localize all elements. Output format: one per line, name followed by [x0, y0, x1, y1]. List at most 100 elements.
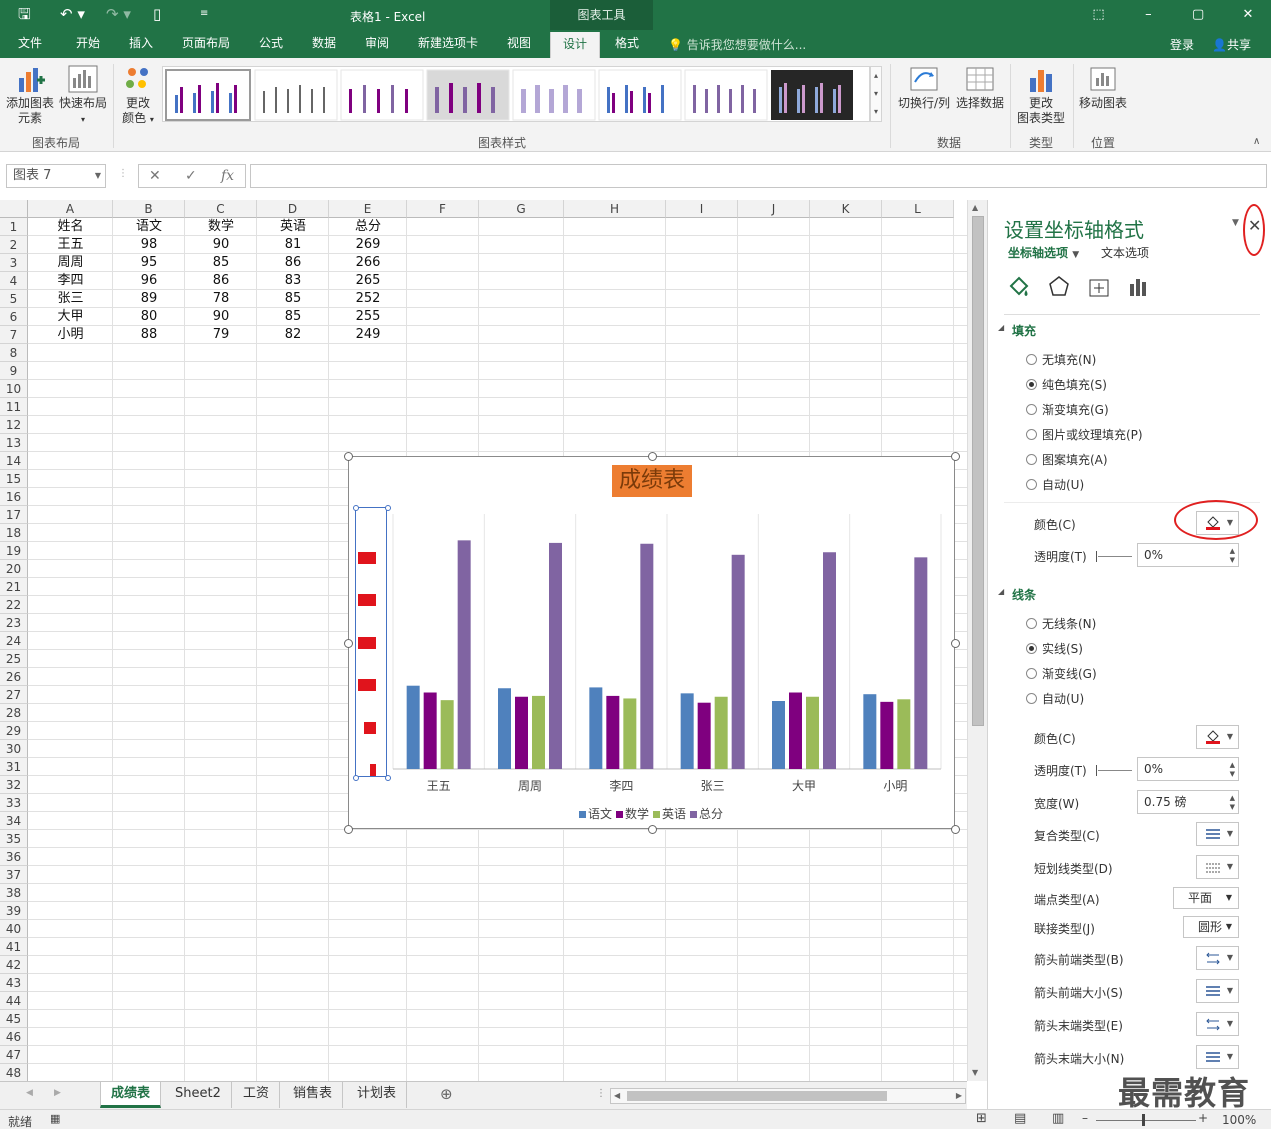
fill-transparency-slider[interactable] — [1096, 551, 1132, 562]
cell-d7[interactable]: 82 — [257, 326, 329, 344]
tab-home[interactable]: 开始 — [72, 30, 104, 58]
tab-data[interactable]: 数据 — [308, 30, 340, 58]
tab-formulas[interactable]: 公式 — [255, 30, 287, 58]
line-transparency-input[interactable]: 0% ▲ ▼ — [1137, 757, 1239, 781]
chart-object[interactable]: 成绩表 王五 周周 李四 张三 大甲 小明 语文 数学 英语 总分 — [344, 452, 960, 834]
tab-review[interactable]: 审阅 — [361, 30, 393, 58]
chart-legend[interactable]: 语文 数学 英语 总分 — [575, 805, 723, 822]
cell-b3[interactable]: 95 — [113, 254, 185, 272]
quick-layout-button[interactable]: 快速布局 ▾ — [58, 64, 108, 127]
arrow-end-size-button[interactable]: ▼ — [1196, 1045, 1239, 1069]
cancel-icon[interactable]: ✕ — [149, 168, 161, 184]
spin-up-icon[interactable]: ▲ — [1230, 761, 1235, 769]
undo-icon[interactable]: ↶ ▾ — [60, 5, 85, 23]
tab-view[interactable]: 视图 — [503, 30, 535, 58]
cell-d5[interactable]: 85 — [257, 290, 329, 308]
sheet-tab-grades[interactable]: 成绩表 — [100, 1082, 162, 1108]
tab-design[interactable]: 设计 — [550, 32, 600, 58]
fill-option-2[interactable]: 渐变填充(G) — [1026, 402, 1109, 418]
sheet-tab-sales[interactable]: 销售表 — [283, 1082, 344, 1108]
line-transparency-slider[interactable] — [1096, 765, 1132, 776]
line-section-header[interactable]: 线条 — [998, 586, 1036, 603]
cell-a6[interactable]: 大甲 — [28, 308, 113, 326]
cell-c5[interactable]: 78 — [185, 290, 257, 308]
fill-option-4[interactable]: 图案填充(A) — [1026, 452, 1108, 468]
cell-a4[interactable]: 李四 — [28, 272, 113, 290]
dash-type-button[interactable]: ▼ — [1196, 855, 1239, 879]
axis-options-icon[interactable] — [1126, 274, 1152, 300]
horizontal-scroll-thumb[interactable] — [627, 1091, 887, 1101]
customize-qat-icon[interactable]: ≡ — [200, 5, 208, 23]
cap-type-select[interactable]: 平面 ▼ — [1173, 887, 1239, 909]
cell-a5[interactable]: 张三 — [28, 290, 113, 308]
cell-b6[interactable]: 80 — [113, 308, 185, 326]
close-window-icon[interactable]: ✕ — [1225, 0, 1271, 30]
resize-handle[interactable] — [951, 452, 960, 461]
cell-a1[interactable]: 姓名 — [28, 218, 113, 236]
axis-selection-handle[interactable] — [353, 775, 359, 781]
formula-input[interactable] — [250, 164, 1267, 188]
axis-tick-label[interactable] — [358, 594, 376, 606]
chart-style-3[interactable] — [340, 69, 424, 121]
cell-e1[interactable]: 总分 — [329, 218, 407, 236]
cell-b2[interactable]: 98 — [113, 236, 185, 254]
resize-handle[interactable] — [344, 638, 353, 648]
line-option-0[interactable]: 无线条(N) — [1026, 616, 1096, 632]
collapse-ribbon-icon[interactable]: ∧ — [1253, 136, 1260, 147]
spin-down-icon[interactable]: ▼ — [1230, 770, 1235, 778]
axis-selection-handle[interactable] — [385, 505, 391, 511]
cell-c1[interactable]: 数学 — [185, 218, 257, 236]
cell-c4[interactable]: 86 — [185, 272, 257, 290]
worksheet-grid[interactable]: ABCDEFGHIJKL 1 2 3 4 5 6 7 8 9 10 11 12 13 14 15 16 17 18… — [0, 200, 967, 1081]
line-option-1[interactable]: 实线(S) — [1026, 641, 1083, 657]
vertical-scroll-thumb[interactable] — [972, 216, 984, 726]
arrow-end-type-button[interactable]: ▼ — [1196, 1012, 1239, 1036]
axis-tick-label[interactable] — [358, 551, 376, 564]
ribbon-display-icon[interactable]: ⬚ — [1076, 0, 1122, 30]
compound-type-button[interactable]: ▼ — [1196, 822, 1239, 846]
spin-up-icon[interactable]: ▲ — [1230, 794, 1235, 802]
tab-file[interactable]: 文件 — [14, 30, 46, 58]
chart-style-5[interactable] — [512, 69, 596, 121]
fill-option-0[interactable]: 无填充(N) — [1026, 352, 1096, 368]
cell-a7[interactable]: 小明 — [28, 326, 113, 344]
scroll-up-icon[interactable]: ▲ — [972, 203, 978, 212]
macro-record-icon[interactable]: ▦ — [50, 1112, 60, 1125]
cell-c2[interactable]: 90 — [185, 236, 257, 254]
horizontal-scrollbar[interactable]: ◀ ▶ — [610, 1088, 966, 1104]
new-file-icon[interactable]: ▯ — [153, 5, 161, 23]
cell-e5[interactable]: 252 — [329, 290, 407, 308]
sheet-tab-plan[interactable]: 计划表 — [347, 1082, 408, 1108]
cell-c6[interactable]: 90 — [185, 308, 257, 326]
chart-style-4[interactable] — [426, 69, 510, 121]
share-button[interactable]: 👤共享 — [1212, 36, 1251, 53]
cell-b7[interactable]: 88 — [113, 326, 185, 344]
cell-d3[interactable]: 86 — [257, 254, 329, 272]
change-chart-type-button[interactable]: 更改 图表类型 — [1012, 64, 1070, 126]
cell-e2[interactable]: 269 — [329, 236, 407, 254]
zoom-slider[interactable] — [1096, 1120, 1196, 1121]
save-icon[interactable]: 🖫 — [18, 5, 31, 23]
scroll-right-icon[interactable]: ▶ — [956, 1091, 962, 1100]
join-type-select[interactable]: 圆形 ▼ — [1183, 916, 1239, 938]
fill-transparency-input[interactable]: 0% ▲ ▼ — [1137, 543, 1239, 567]
tab-new[interactable]: 新建选项卡 — [414, 30, 482, 58]
redo-icon[interactable]: ↷ ▾ — [106, 5, 131, 23]
pane-options-icon[interactable]: ▼ — [1232, 218, 1239, 228]
width-input[interactable]: 0.75 磅 ▲ ▼ — [1137, 790, 1239, 814]
cell-d1[interactable]: 英语 — [257, 218, 329, 236]
select-data-button[interactable]: 选择数据 — [954, 64, 1006, 111]
axis-tick-label[interactable] — [364, 721, 376, 734]
effects-icon[interactable] — [1046, 274, 1072, 300]
tab-page-layout[interactable]: 页面布局 — [178, 30, 234, 58]
fill-option-1[interactable]: 纯色填充(S) — [1026, 377, 1107, 393]
resize-handle[interactable] — [951, 825, 960, 834]
arrow-begin-type-button[interactable]: ▼ — [1196, 946, 1239, 970]
zoom-slider-thumb[interactable] — [1142, 1114, 1145, 1126]
next-sheet-icon[interactable]: ▶ — [54, 1088, 61, 1098]
resize-handle[interactable] — [344, 452, 353, 461]
name-box[interactable]: 图表 7 ▼ — [6, 164, 106, 188]
cell-e4[interactable]: 265 — [329, 272, 407, 290]
cell-d4[interactable]: 83 — [257, 272, 329, 290]
zoom-level[interactable]: 100% — [1222, 1113, 1256, 1127]
